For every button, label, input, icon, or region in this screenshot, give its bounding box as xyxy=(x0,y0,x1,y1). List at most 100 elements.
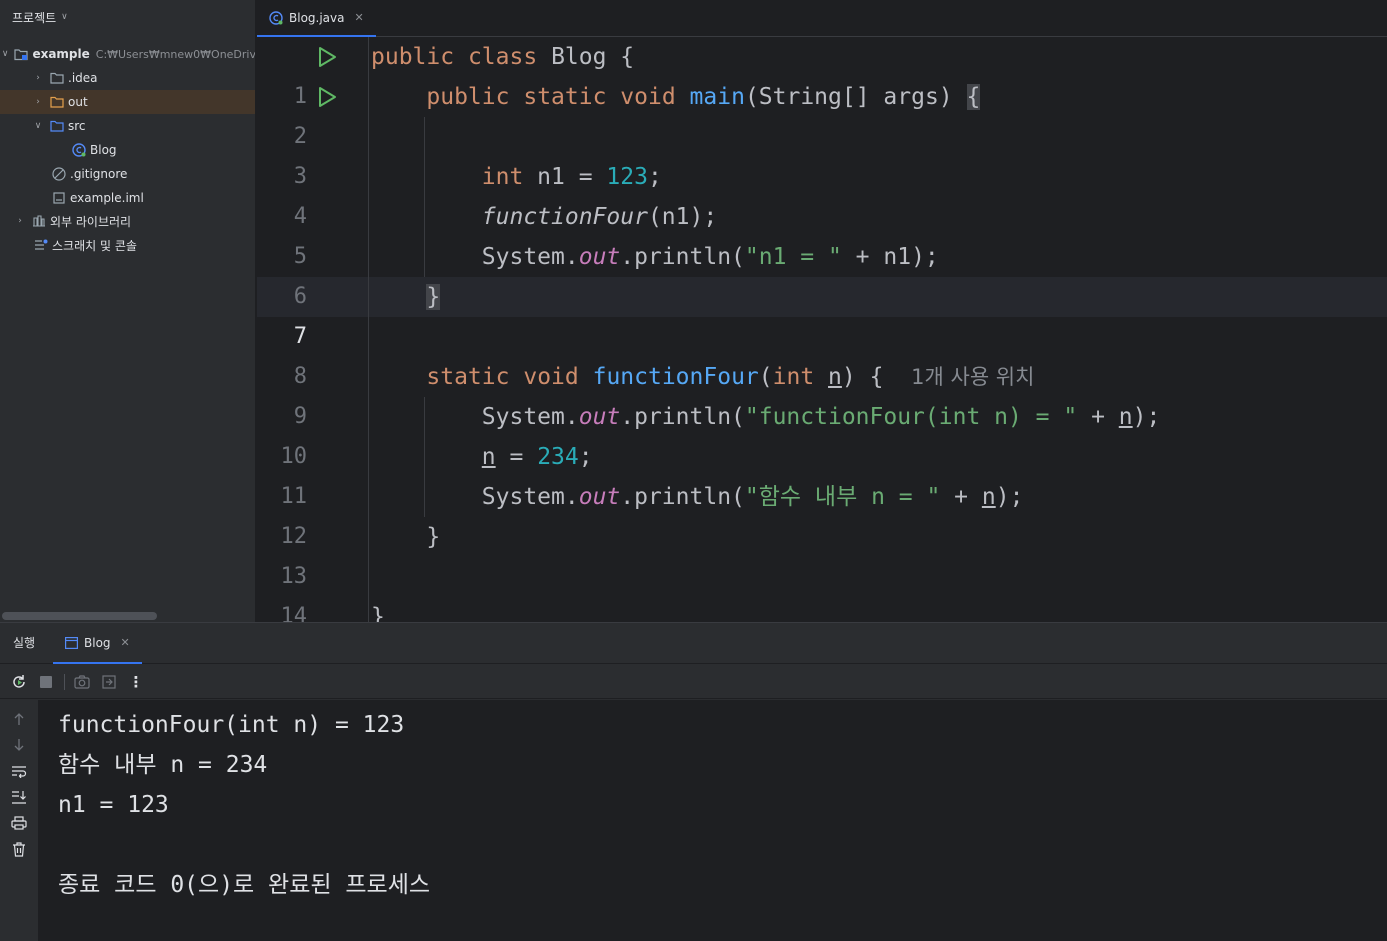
run-gutter-icon[interactable] xyxy=(315,85,339,109)
tree-item-out[interactable]: › out xyxy=(0,90,255,114)
project-tool-window: 프로젝트 ∨ ∨ example C:₩Users₩mnew0₩OneDriv … xyxy=(0,0,256,622)
code-line-15[interactable]: 15 } xyxy=(257,597,1387,622)
code-line-1[interactable]: 1 public class Blog { xyxy=(257,37,1387,109)
console-line: 종료 코드 0(으)로 완료된 프로세스 xyxy=(58,872,431,898)
chevron-down-icon[interactable]: ∨ xyxy=(61,12,68,22)
folder-icon xyxy=(50,71,64,85)
tree-item-gitignore[interactable]: .gitignore xyxy=(0,162,255,186)
code-text: (n1); xyxy=(647,204,718,230)
chevron-right-icon[interactable]: › xyxy=(32,97,44,107)
static-field: out xyxy=(578,404,621,430)
tree-item-src[interactable]: ∨ src xyxy=(0,114,255,138)
scratches-icon xyxy=(34,238,48,252)
tree-item-example[interactable]: ∨ example C:₩Users₩mnew0₩OneDriv xyxy=(0,42,256,66)
tree-item-external-libraries[interactable]: › 외부 라이브러리 xyxy=(0,209,255,233)
code-text: = xyxy=(495,444,538,470)
code-line-4[interactable]: 4 int n1 = 123; xyxy=(257,157,1387,229)
code-line-7[interactable]: 7 } xyxy=(257,277,1387,349)
rerun-icon[interactable] xyxy=(10,673,28,691)
library-icon xyxy=(32,214,46,228)
code-text: { xyxy=(606,44,635,70)
tree-item-path: C:₩Users₩mnew0₩OneDriv xyxy=(95,47,256,61)
tab-label: Blog.java xyxy=(289,10,345,25)
tree-item-label: example xyxy=(32,47,90,61)
chevron-right-icon[interactable]: › xyxy=(14,216,26,226)
trash-icon[interactable] xyxy=(10,840,28,858)
tree-item-scratches[interactable]: 스크래치 및 콘솔 xyxy=(0,233,255,257)
code-line-6[interactable]: 6 System.out.println("n1 = " + n1); xyxy=(257,237,1387,309)
console-line: 함수 내부 n = 234 xyxy=(58,752,268,778)
code-editor[interactable]: Blog.java ✕ 1 public class Blog { 2 publ… xyxy=(257,0,1387,622)
run-panel-title: 실행 xyxy=(13,636,36,650)
code-text: System. xyxy=(481,244,579,270)
code-text: .println( xyxy=(620,404,745,430)
class-name: Blog xyxy=(551,44,607,70)
code-line-12[interactable]: 12 System.out.println("함수 내부 n = " + n); xyxy=(257,477,1387,549)
parameter: n xyxy=(1118,404,1133,430)
more-options-icon[interactable]: ⋮ xyxy=(127,673,145,691)
code-line-11[interactable]: 11 n = 234; xyxy=(257,437,1387,509)
code-text: ); xyxy=(995,484,1024,510)
code-line-10[interactable]: 10 System.out.println("functionFour(int … xyxy=(257,397,1387,469)
code-line-3[interactable]: 3 xyxy=(257,117,1387,189)
string-literal: "함수 내부 n = " xyxy=(744,484,941,510)
arrow-up-icon[interactable] xyxy=(10,710,28,728)
tab-blog-java[interactable]: Blog.java ✕ xyxy=(257,0,376,37)
run-tab-blog[interactable]: Blog ✕ xyxy=(53,623,142,664)
tree-item-label: out xyxy=(68,95,88,109)
chevron-down-icon[interactable]: ∨ xyxy=(2,49,9,59)
code-text: ) { xyxy=(841,364,884,390)
project-view-title: 프로젝트 xyxy=(12,10,57,25)
project-view-header[interactable]: 프로젝트 ∨ xyxy=(0,0,255,34)
close-icon[interactable]: ✕ xyxy=(121,636,130,649)
run-tool-window: 실행 Blog ✕ ⋮ functionFour(int n) = 123 함수… xyxy=(0,622,1387,941)
code-text: .println( xyxy=(620,484,745,510)
string-literal: "functionFour(int n) = " xyxy=(744,404,1078,430)
run-toolbar: ⋮ xyxy=(0,665,1387,699)
toolbar-separator xyxy=(64,673,65,690)
tree-item-label: src xyxy=(68,119,86,133)
tree-item-label: .gitignore xyxy=(70,167,128,181)
chevron-right-icon[interactable]: › xyxy=(32,73,44,83)
code-text: System. xyxy=(481,404,579,430)
code-line-2[interactable]: 2 public static void main(String[] args)… xyxy=(257,77,1387,149)
keyword: int xyxy=(481,164,524,190)
arrow-down-icon[interactable] xyxy=(10,736,28,754)
sidebar-horizontal-scrollbar[interactable] xyxy=(2,612,157,620)
code-line-9[interactable]: 9 static void functionFour(int n) { 1개 사… xyxy=(257,357,1387,429)
folder-icon xyxy=(50,95,64,109)
tree-item-blog[interactable]: Blog xyxy=(0,138,255,162)
usages-inlay-hint[interactable]: 1개 사용 위치 xyxy=(911,365,1034,389)
matched-brace: { xyxy=(966,84,981,110)
code-line-13[interactable]: 13 } xyxy=(257,517,1387,589)
tree-item-example-iml[interactable]: example.iml xyxy=(0,186,255,210)
run-gutter-icon[interactable] xyxy=(315,45,339,69)
keyword: public xyxy=(426,84,510,110)
code-text: ); xyxy=(1132,404,1161,430)
tree-item-label: 스크래치 및 콘솔 xyxy=(52,238,137,253)
print-icon[interactable] xyxy=(10,814,28,832)
stop-icon[interactable] xyxy=(37,673,55,691)
camera-icon[interactable] xyxy=(73,673,91,691)
static-field: out xyxy=(578,484,621,510)
scroll-to-end-icon[interactable] xyxy=(10,788,28,806)
code-line-14[interactable]: 14 xyxy=(257,557,1387,622)
console-icon xyxy=(65,636,78,649)
java-class-icon xyxy=(269,10,283,25)
number-literal: 123 xyxy=(606,164,648,190)
tree-item-label: example.iml xyxy=(70,191,144,205)
code-text: ( xyxy=(758,364,773,390)
code-text: .println( xyxy=(620,244,745,270)
restore-layout-icon[interactable] xyxy=(100,673,118,691)
console-output[interactable]: functionFour(int n) = 123 함수 내부 n = 234 … xyxy=(38,700,1387,941)
code-text: (String[] args) xyxy=(744,84,967,110)
soft-wrap-icon[interactable] xyxy=(10,762,28,780)
closing-brace: } xyxy=(426,524,441,550)
code-line-8[interactable]: 8 xyxy=(257,317,1387,389)
chevron-down-icon[interactable]: ∨ xyxy=(32,121,44,131)
method-name: main xyxy=(689,84,745,110)
tree-item-idea[interactable]: › .idea xyxy=(0,66,255,90)
close-icon[interactable]: ✕ xyxy=(354,11,363,24)
code-text: + xyxy=(1077,404,1119,430)
code-line-5[interactable]: 5 functionFour(n1); xyxy=(257,197,1387,269)
